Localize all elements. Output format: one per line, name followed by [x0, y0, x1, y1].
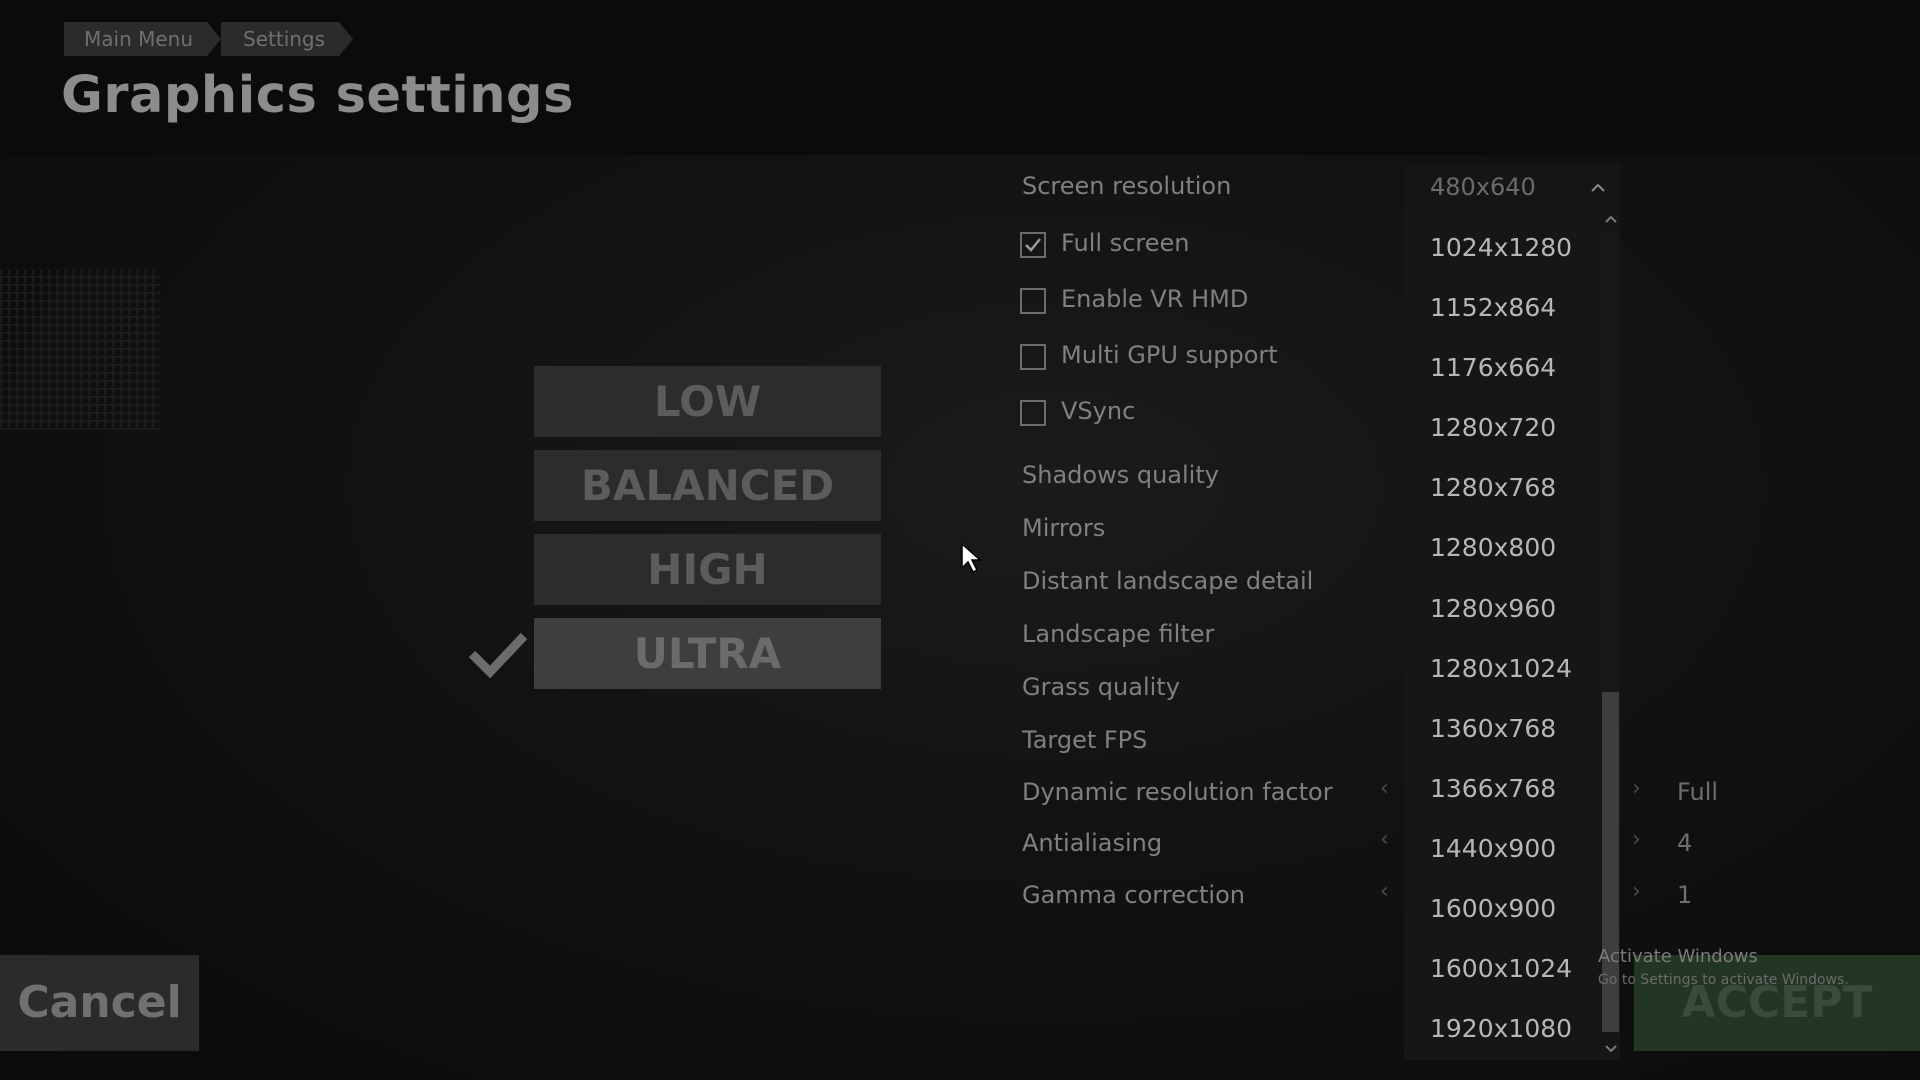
checkmark-icon — [1025, 238, 1041, 252]
activate-windows-title: Activate Windows — [1598, 946, 1758, 967]
cancel-button[interactable]: Cancel — [0, 955, 199, 1051]
resolution-option[interactable]: 1280x800 — [1430, 533, 1556, 562]
gamma-correction-label: Gamma correction — [1022, 881, 1245, 909]
resolution-option[interactable]: 1280x960 — [1430, 594, 1556, 623]
screen-resolution-value: 480x640 — [1430, 173, 1536, 201]
target-fps-label: Target FPS — [1022, 726, 1148, 754]
breadcrumb-settings[interactable]: Settings — [221, 22, 354, 56]
resolution-option[interactable]: 1920x1080 — [1430, 1014, 1572, 1043]
landscape-filter-label: Landscape filter — [1022, 620, 1215, 648]
full-screen-checkbox[interactable] — [1020, 232, 1046, 258]
antialiasing-label: Antialiasing — [1022, 829, 1163, 857]
background — [0, 0, 1920, 1080]
distant-landscape-detail-label: Distant landscape detail — [1022, 567, 1314, 595]
grass-quality-label: Grass quality — [1022, 673, 1180, 701]
preset-low-button[interactable]: LOW — [534, 366, 881, 437]
gamma-correction-prev-arrow-icon[interactable]: ‹ — [1380, 879, 1389, 904]
resolution-option[interactable]: 1024x1280 — [1430, 233, 1572, 262]
screen-resolution-dropdown[interactable]: 480x640 — [1404, 164, 1620, 212]
resolution-option[interactable]: 1280x1024 — [1430, 654, 1572, 683]
antialiasing-value: 4 — [1677, 829, 1693, 857]
breadcrumb-main-menu[interactable]: Main Menu — [64, 22, 222, 56]
antialiasing-prev-arrow-icon[interactable]: ‹ — [1380, 827, 1389, 852]
selected-check-icon — [468, 632, 528, 678]
multi-gpu-label: Multi GPU support — [1061, 341, 1278, 369]
preset-balanced-button[interactable]: BALANCED — [534, 450, 881, 521]
dynamic-resolution-prev-arrow-icon[interactable]: ‹ — [1380, 776, 1389, 801]
resolution-option[interactable]: 1440x900 — [1430, 834, 1556, 863]
gamma-correction-next-arrow-icon[interactable]: › — [1632, 879, 1641, 904]
breadcrumb: Main Menu Settings — [64, 22, 354, 56]
header-bar: Main Menu Settings Graphics settings — [0, 0, 1920, 155]
background-grid-decoration — [0, 270, 160, 430]
gamma-correction-value: 1 — [1677, 881, 1693, 909]
resolution-option[interactable]: 1600x1024 — [1430, 954, 1572, 983]
vsync-label: VSync — [1061, 397, 1136, 425]
dynamic-resolution-value: Full — [1677, 778, 1719, 806]
dynamic-resolution-factor-label: Dynamic resolution factor — [1022, 778, 1333, 806]
enable-vr-hmd-label: Enable VR HMD — [1061, 285, 1249, 313]
full-screen-label: Full screen — [1061, 229, 1190, 257]
mouse-cursor-icon — [961, 542, 982, 574]
resolution-option[interactable]: 1152x864 — [1430, 293, 1556, 322]
chevron-up-icon — [1591, 183, 1605, 192]
resolution-option[interactable]: 1366x768 — [1430, 774, 1556, 803]
activate-windows-subtitle: Go to Settings to activate Windows. — [1598, 972, 1849, 988]
resolution-options-list: 1024x1280 1152x864 1176x664 1280x720 128… — [1404, 212, 1620, 1060]
multi-gpu-checkbox[interactable] — [1020, 344, 1046, 370]
preset-ultra-button[interactable]: ULTRA — [534, 618, 881, 689]
scroll-up-arrow-icon[interactable] — [1604, 214, 1618, 224]
screen-resolution-label: Screen resolution — [1022, 172, 1232, 200]
dynamic-resolution-next-arrow-icon[interactable]: › — [1632, 776, 1641, 801]
resolution-option[interactable]: 1280x768 — [1430, 473, 1556, 502]
preset-high-button[interactable]: HIGH — [534, 534, 881, 605]
scroll-down-arrow-icon[interactable] — [1604, 1044, 1618, 1054]
accept-button[interactable]: ACCEPT — [1634, 955, 1920, 1051]
page-title: Graphics settings — [61, 66, 574, 125]
resolution-option[interactable]: 1280x720 — [1430, 413, 1556, 442]
resolution-option[interactable]: 1176x664 — [1430, 353, 1556, 382]
shadows-quality-label: Shadows quality — [1022, 461, 1219, 489]
enable-vr-hmd-checkbox[interactable] — [1020, 288, 1046, 314]
resolution-option[interactable]: 1360x768 — [1430, 714, 1556, 743]
mirrors-label: Mirrors — [1022, 514, 1106, 542]
antialiasing-next-arrow-icon[interactable]: › — [1632, 827, 1641, 852]
resolution-option[interactable]: 1600x900 — [1430, 894, 1556, 923]
vsync-checkbox[interactable] — [1020, 400, 1046, 426]
